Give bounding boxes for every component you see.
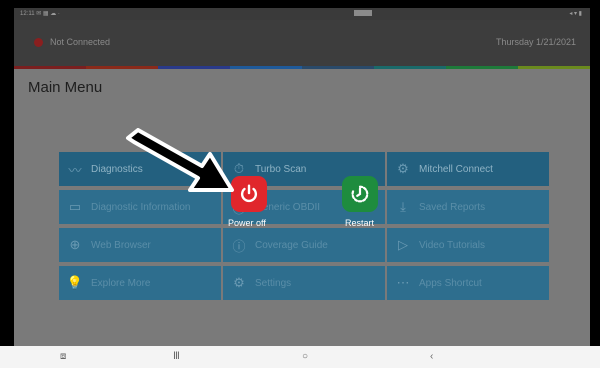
annotation-arrow-icon [126, 128, 234, 192]
tile-label: Coverage Guide [255, 239, 328, 251]
tile-web-browser[interactable]: ⊕ Web Browser [59, 228, 221, 262]
screen: 12:11 ✉ ▦ ☁ · ◂ ▾ ▮ Not Connected Thursd… [14, 8, 590, 346]
mitchell-connect-icon: ⚙ [397, 161, 409, 176]
device-bezel-top [0, 0, 600, 8]
apps-shortcut-icon: ⋯ [396, 275, 410, 290]
tile-saved-reports[interactable]: ⤓ Saved Reports [387, 190, 549, 224]
tile-label: Video Tutorials [419, 239, 485, 251]
system-nav-bar: ⧈ Ⅲ ○ ‹ [0, 346, 600, 368]
tile-label: Web Browser [91, 239, 151, 251]
tile-label: Apps Shortcut [419, 277, 482, 289]
device-frame: 12:11 ✉ ▦ ☁ · ◂ ▾ ▮ Not Connected Thursd… [0, 0, 600, 368]
tile-apps-shortcut[interactable]: ⋯ Apps Shortcut [387, 266, 549, 300]
main-menu: Main Menu 〰 Diagnostics ⏱ Turbo Scan ⚙ M… [14, 69, 590, 346]
restart-button[interactable] [342, 176, 378, 212]
diagnostics-icon: 〰 [68, 162, 82, 178]
home-icon[interactable]: Ⅲ [173, 351, 180, 362]
back-icon[interactable]: ‹ [430, 351, 433, 362]
tile-settings[interactable]: ⚙ Settings [223, 266, 385, 300]
device-bezel-right [590, 0, 600, 368]
app-header: Not Connected Thursday 1/21/2021 [14, 20, 590, 66]
power-off-label: Power off [228, 218, 266, 228]
header-date: Thursday 1/21/2021 [495, 37, 576, 47]
tile-mitchell-connect[interactable]: ⚙ Mitchell Connect [387, 152, 549, 186]
tile-label: Turbo Scan [255, 163, 307, 175]
status-bar-right: ◂ ▾ ▮ [569, 11, 582, 17]
tile-label: Saved Reports [419, 201, 486, 213]
diagnostic-info-icon: ▭ [68, 199, 82, 214]
device-bezel-left [0, 0, 14, 368]
connection-status-dot-icon [34, 38, 43, 47]
tile-label: Explore More [91, 277, 151, 289]
restart-label: Restart [345, 218, 375, 228]
tile-video-tutorials[interactable]: ▷ Video Tutorials [387, 228, 549, 262]
status-bar-center-icon [354, 10, 372, 16]
saved-reports-icon: ⤓ [400, 199, 406, 214]
power-icon [240, 184, 258, 203]
web-browser-icon: ⊕ [69, 237, 81, 252]
home-circle-icon[interactable]: ○ [302, 351, 308, 362]
tile-explore-more[interactable]: 💡 Explore More [59, 266, 221, 300]
tile-label: Mitchell Connect [419, 163, 493, 175]
settings-icon: ⚙ [233, 275, 245, 290]
restart-icon [351, 185, 369, 203]
tile-label: Settings [255, 277, 292, 289]
coverage-guide-icon: ⓘ [232, 238, 246, 254]
tile-label: Diagnostic Information [91, 201, 191, 213]
connection-status: Not Connected [50, 37, 111, 47]
status-bar-left: 12:11 ✉ ▦ ☁ · [20, 11, 60, 17]
page-title: Main Menu [28, 79, 103, 96]
status-bar: 12:11 ✉ ▦ ☁ · ◂ ▾ ▮ [14, 8, 590, 20]
recent-apps-icon[interactable]: ⧈ [60, 351, 66, 362]
tile-coverage-guide[interactable]: ⓘ Coverage Guide [223, 228, 385, 262]
video-tutorials-icon: ▷ [398, 237, 408, 252]
explore-more-icon: 💡 [66, 275, 84, 290]
